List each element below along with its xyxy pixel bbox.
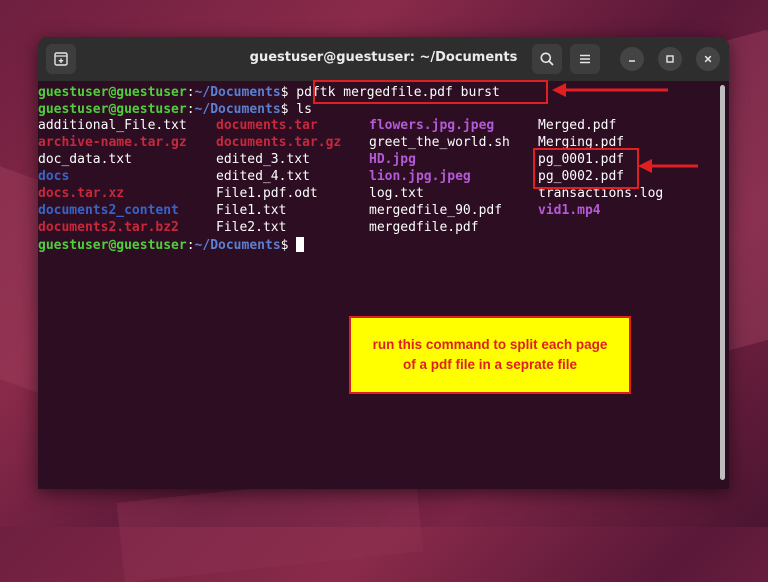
annotation-line: of a pdf file in a seprate file bbox=[402, 357, 578, 372]
arrow-icon bbox=[552, 83, 668, 97]
arrow-icon bbox=[638, 159, 698, 173]
annotation-line: run this command to split each page bbox=[372, 337, 608, 352]
annotation-note: run this command to split each page of a… bbox=[349, 316, 631, 394]
annotation-arrows bbox=[552, 83, 698, 173]
